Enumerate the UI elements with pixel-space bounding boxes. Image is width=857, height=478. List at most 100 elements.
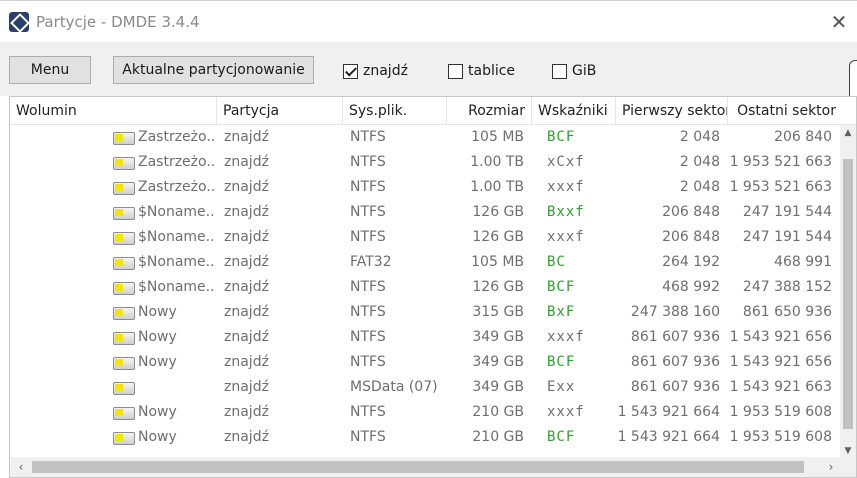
last-sector-cell: 861 650 936 — [742, 304, 832, 320]
last-sector-cell: 1 543 921 656 — [729, 329, 832, 345]
tables-checkbox-label: tablice — [468, 63, 516, 79]
scroll-right-arrow[interactable]: › — [823, 459, 839, 475]
filesystem-cell: NTFS — [350, 404, 386, 420]
table-row[interactable]: Zastrzeżo... znajdź NTFS 105 MB BCF 2 048 206 … — [10, 125, 842, 150]
drive-icon — [113, 357, 135, 370]
last-sector-cell: 1 953 519 608 — [729, 429, 832, 445]
column-header-first-sector[interactable]: Pierwszy sektor — [616, 97, 728, 125]
last-sector-cell: 1 543 921 656 — [729, 354, 832, 370]
size-cell: 105 MB — [471, 129, 524, 145]
volume-cell — [138, 375, 214, 400]
horizontal-scrollbar[interactable]: ‹ › — [10, 457, 856, 477]
tables-checkbox-box[interactable] — [448, 63, 463, 79]
volume-cell: Nowy — [138, 429, 177, 445]
size-cell: 1.00 TB — [470, 179, 524, 195]
volume-cell: Nowy — [138, 404, 177, 420]
drive-icon — [113, 232, 135, 245]
find-checkbox-label: znajdź — [363, 63, 408, 79]
tables-checkbox[interactable]: tablice — [448, 62, 515, 80]
scroll-left-arrow[interactable]: ‹ — [13, 459, 29, 475]
column-header-partition[interactable]: Partycja — [217, 97, 343, 125]
partition-cell: znajdź — [224, 229, 269, 245]
table-row[interactable]: Zastrzeżo... znajdź NTFS 1.00 TB xCxf 2 048 1 … — [10, 150, 842, 175]
flags-cell: xxxf — [547, 329, 585, 345]
find-checkbox[interactable]: znajdź — [343, 62, 408, 80]
size-cell: 126 GB — [472, 279, 524, 295]
partition-cell: znajdź — [224, 329, 269, 345]
flags-cell: BxF — [547, 304, 576, 320]
last-sector-cell: 247 191 544 — [742, 204, 832, 220]
last-sector-cell: 1 543 921 663 — [729, 379, 832, 395]
table-row[interactable]: $Noname... znajdź NTFS 126 GB xxxf 206 848 247… — [10, 225, 842, 250]
size-cell: 349 GB — [472, 329, 524, 345]
size-cell: 126 GB — [472, 229, 524, 245]
flags-cell: BCF — [547, 429, 576, 445]
partition-cell: znajdź — [224, 179, 269, 195]
table-row[interactable]: Nowy znajdź NTFS 210 GB xxxf 1 543 921 664 1 9… — [10, 400, 842, 425]
size-cell: 349 GB — [472, 379, 524, 395]
list-header: Wolumin Partycja Sys.plik. Rozmiar Wskaź… — [10, 97, 856, 125]
window-title: Partycje - DMDE 3.4.4 — [36, 13, 200, 31]
toolbar: Menu Aktualne partycjonowanie znajdź tab… — [0, 42, 857, 128]
vertical-scrollbar[interactable]: ▲ ▼ — [840, 125, 856, 459]
first-sector-cell: 468 992 — [662, 279, 720, 295]
flags-cell: Exx — [547, 379, 576, 395]
table-row[interactable]: $Noname... znajdź NTFS 126 GB BCF 468 992 247 … — [10, 275, 842, 300]
volume-cell: Zastrzeżo... — [138, 179, 214, 195]
column-header-filesystem[interactable]: Sys.plik. — [343, 97, 447, 125]
filesystem-cell: MSData (07) — [350, 379, 438, 395]
filesystem-cell: NTFS — [350, 154, 386, 170]
gib-checkbox-box[interactable] — [552, 63, 567, 79]
filesystem-cell: NTFS — [350, 179, 386, 195]
partition-cell: znajdź — [224, 154, 269, 170]
filesystem-cell: FAT32 — [350, 254, 392, 270]
dmde-app-icon — [9, 12, 29, 32]
table-row[interactable]: znajdź MSData (07) 349 GB Exx 861 607 936 1 5… — [10, 375, 842, 400]
filesystem-cell: NTFS — [350, 279, 386, 295]
volume-cell: $Noname... — [138, 254, 214, 270]
volume-cell: $Noname... — [138, 204, 214, 220]
volume-cell: $Noname... — [138, 229, 214, 245]
volume-cell: $Noname... — [138, 279, 214, 295]
column-header-volume[interactable]: Wolumin — [10, 97, 217, 125]
flags-cell: BCF — [547, 129, 576, 145]
table-row[interactable]: Nowy znajdź NTFS 315 GB BxF 247 388 160 861 65… — [10, 300, 842, 325]
last-sector-cell: 1 953 521 663 — [729, 154, 832, 170]
column-header-last-sector[interactable]: Ostatni sektor — [728, 97, 842, 125]
close-button[interactable]: ✕ — [827, 10, 851, 34]
first-sector-cell: 861 607 936 — [630, 354, 720, 370]
scroll-up-arrow[interactable]: ▲ — [840, 125, 856, 141]
table-row[interactable]: Nowy znajdź NTFS 349 GB xxxf 861 607 936 1 543… — [10, 325, 842, 350]
partition-cell: znajdź — [224, 379, 269, 395]
partition-cell: znajdź — [224, 404, 269, 420]
horizontal-scroll-thumb[interactable] — [32, 461, 804, 473]
last-sector-cell: 1 953 521 663 — [729, 179, 832, 195]
first-sector-cell: 1 543 921 664 — [617, 404, 720, 420]
menu-button[interactable]: Menu — [9, 56, 91, 84]
partitions-list: Wolumin Partycja Sys.plik. Rozmiar Wskaź… — [9, 96, 857, 478]
first-sector-cell: 2 048 — [679, 129, 720, 145]
drive-icon — [113, 257, 135, 270]
find-checkbox-box[interactable] — [343, 63, 358, 79]
drive-icon — [113, 207, 135, 220]
table-row[interactable]: Zastrzeżo... znajdź NTFS 1.00 TB xxxf 2 048 1 … — [10, 175, 842, 200]
size-cell: 126 GB — [472, 204, 524, 220]
size-cell: 105 MB — [471, 254, 524, 270]
current-partitioning-button[interactable]: Aktualne partycjonowanie — [113, 56, 314, 84]
flags-cell: BCF — [547, 279, 576, 295]
column-header-size[interactable]: Rozmiar — [447, 97, 532, 125]
table-row[interactable]: $Noname... znajdź FAT32 105 MB BC 264 192 468 … — [10, 250, 842, 275]
filesystem-cell: NTFS — [350, 354, 386, 370]
partition-cell: znajdź — [224, 304, 269, 320]
first-sector-cell: 206 848 — [662, 229, 720, 245]
table-row[interactable]: $Noname... znajdź NTFS 126 GB Bxxf 206 848 247… — [10, 200, 842, 225]
column-header-flags[interactable]: Wskaźniki — [532, 97, 616, 125]
vertical-scroll-thumb[interactable] — [843, 159, 853, 429]
partition-cell: znajdź — [224, 204, 269, 220]
size-cell: 210 GB — [472, 429, 524, 445]
table-row[interactable]: Nowy znajdź NTFS 210 GB BCF 1 543 921 664 1 95… — [10, 425, 842, 450]
table-row[interactable]: Nowy znajdź NTFS 349 GB BCF 861 607 936 1 543 … — [10, 350, 842, 375]
gib-checkbox[interactable]: GiB — [552, 62, 596, 80]
partition-cell: znajdź — [224, 429, 269, 445]
last-sector-cell: 247 388 152 — [742, 279, 832, 295]
